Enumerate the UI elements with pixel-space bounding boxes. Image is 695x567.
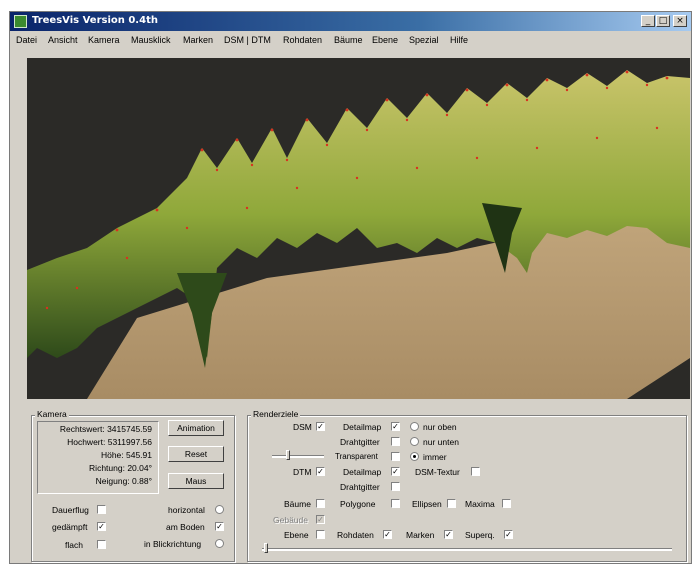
- baeume-label: Bäume: [284, 499, 311, 509]
- gebaeude-label: Gebäude: [273, 515, 308, 525]
- dsm-drahtgitter-checkbox[interactable]: [391, 437, 400, 446]
- maxima-label: Maxima: [465, 499, 495, 509]
- dsm-detailmap-checkbox[interactable]: ✓: [391, 422, 400, 431]
- dauerflug-checkbox[interactable]: [97, 505, 106, 514]
- rohdaten-checkbox[interactable]: ✓: [383, 530, 392, 539]
- kamera-group-label: Kamera: [35, 409, 69, 419]
- gebaeude-checkbox: ✓: [316, 515, 325, 524]
- ellipsen-label: Ellipsen: [412, 499, 442, 509]
- close-button[interactable]: ×: [673, 15, 687, 27]
- polygone-label: Polygone: [340, 499, 376, 509]
- immer-radio[interactable]: [410, 452, 419, 461]
- menu-hilfe[interactable]: Hilfe: [450, 35, 468, 45]
- in-blickrichtung-radio[interactable]: [215, 539, 224, 548]
- 3d-viewport[interactable]: [27, 58, 690, 399]
- menu-datei[interactable]: Datei: [16, 35, 37, 45]
- transparency-slider[interactable]: [272, 455, 324, 458]
- camera-info-panel: Rechtswert: 3415745.59 Hochwert: 5311997…: [37, 421, 159, 494]
- dsm-detailmap-label: Detailmap: [343, 422, 382, 432]
- window-title: TreesVis Version 0.4th: [32, 15, 158, 26]
- menu-dsm-dtm[interactable]: DSM | DTM: [224, 35, 271, 45]
- dtm-label: DTM: [293, 467, 312, 477]
- title-bar[interactable]: TreesVis Version 0.4th _ □ ×: [10, 12, 691, 31]
- app-icon: [14, 15, 27, 28]
- dsm-textur-label: DSM-Textur: [415, 467, 460, 477]
- baeume-checkbox[interactable]: [316, 499, 325, 508]
- maximize-button[interactable]: □: [656, 15, 670, 27]
- superq-checkbox[interactable]: ✓: [504, 530, 513, 539]
- menu-baeume[interactable]: Bäume: [334, 35, 363, 45]
- menu-kamera[interactable]: Kamera: [88, 35, 120, 45]
- horizontal-radio[interactable]: [215, 505, 224, 514]
- horizontal-label: horizontal: [168, 505, 205, 515]
- dsm-label: DSM: [293, 422, 312, 432]
- gedaempft-checkbox[interactable]: ✓: [97, 522, 106, 531]
- reset-button[interactable]: Reset: [168, 446, 224, 462]
- richtung-value: Richtung: 20.04°: [89, 463, 152, 473]
- ebene-label: Ebene: [284, 530, 309, 540]
- renderziele-group-label: Renderziele: [251, 409, 301, 419]
- hoehe-value: Höhe: 545.91: [100, 450, 152, 460]
- flach-label: flach: [65, 540, 83, 550]
- menu-bar: Datei Ansicht Kamera Mausklick Marken DS…: [10, 31, 691, 49]
- immer-label: immer: [423, 452, 447, 462]
- menu-ebene[interactable]: Ebene: [372, 35, 398, 45]
- ellipsen-checkbox[interactable]: [447, 499, 456, 508]
- neigung-value: Neigung: 0.88°: [95, 476, 152, 486]
- gedaempft-label: gedämpft: [52, 522, 88, 532]
- render-slider[interactable]: [262, 548, 672, 551]
- maus-button[interactable]: Maus: [168, 473, 224, 489]
- terrain-render: [27, 58, 690, 399]
- ebene-checkbox[interactable]: [316, 530, 325, 539]
- nur-oben-label: nur oben: [423, 422, 457, 432]
- dsm-checkbox[interactable]: ✓: [316, 422, 325, 431]
- hochwert-value: Hochwert: 5311997.56: [67, 437, 152, 447]
- maxima-checkbox[interactable]: [502, 499, 511, 508]
- transparency-slider-thumb[interactable]: [286, 450, 290, 460]
- nur-unten-label: nur unten: [423, 437, 459, 447]
- marken-label: Marken: [406, 530, 435, 540]
- menu-ansicht[interactable]: Ansicht: [48, 35, 78, 45]
- render-slider-thumb[interactable]: [264, 543, 268, 553]
- marken-checkbox[interactable]: ✓: [444, 530, 453, 539]
- rohdaten-label: Rohdaten: [337, 530, 374, 540]
- in-blickrichtung-label: in Blickrichtung: [144, 539, 202, 549]
- nur-oben-radio[interactable]: [410, 422, 419, 431]
- transparent-checkbox[interactable]: [391, 452, 400, 461]
- dsm-textur-checkbox[interactable]: [471, 467, 480, 476]
- minimize-button[interactable]: _: [641, 15, 655, 27]
- dtm-checkbox[interactable]: ✓: [316, 467, 325, 476]
- transparent-label: Transparent: [335, 452, 378, 461]
- menu-spezial[interactable]: Spezial: [409, 35, 439, 45]
- nur-unten-radio[interactable]: [410, 437, 419, 446]
- dtm-detailmap-label: Detailmap: [343, 467, 382, 477]
- menu-marken[interactable]: Marken: [183, 35, 213, 45]
- app-window: TreesVis Version 0.4th _ □ × Datei Ansic…: [9, 11, 692, 564]
- flach-checkbox[interactable]: [97, 540, 106, 549]
- menu-rohdaten[interactable]: Rohdaten: [283, 35, 322, 45]
- rechtswert-value: Rechtswert: 3415745.59: [59, 424, 152, 434]
- dsm-drahtgitter-label: Drahtgitter: [340, 437, 380, 447]
- am-boden-label: am Boden: [166, 522, 205, 532]
- dtm-drahtgitter-checkbox[interactable]: [391, 482, 400, 491]
- polygone-checkbox[interactable]: [391, 499, 400, 508]
- animation-button[interactable]: Animation: [168, 420, 224, 436]
- dtm-detailmap-checkbox[interactable]: ✓: [391, 467, 400, 476]
- dtm-drahtgitter-label: Drahtgitter: [340, 482, 380, 492]
- menu-mausklick[interactable]: Mausklick: [131, 35, 171, 45]
- dauerflug-label: Dauerflug: [52, 505, 89, 515]
- superq-label: Superq.: [465, 530, 495, 540]
- am-boden-checkbox[interactable]: ✓: [215, 522, 224, 531]
